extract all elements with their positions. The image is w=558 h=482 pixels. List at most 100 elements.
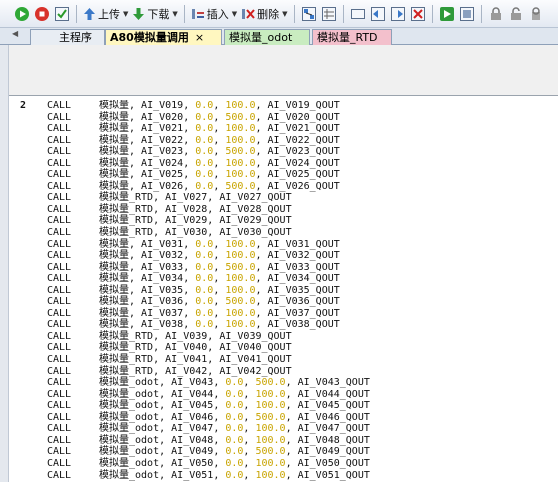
- stop-icon[interactable]: [33, 4, 51, 24]
- delete-button[interactable]: 删除 ▼: [240, 4, 288, 24]
- function-name: 模拟量: [99, 273, 129, 285]
- function-name: 模拟量_odot: [99, 446, 160, 458]
- code-line[interactable]: CALL 模拟量_odot, AI_V048, 0.0, 100.0, AI_V0…: [9, 435, 558, 447]
- tab-main-program[interactable]: 主程序: [30, 29, 105, 45]
- forward-icon[interactable]: [389, 4, 407, 24]
- variable-argument: AI_V050_QOUT: [297, 457, 370, 469]
- code-line[interactable]: CALL 模拟量, AI_V021, 0.0, 100.0, AI_V021_QO…: [9, 123, 558, 135]
- code-line[interactable]: CALL 模拟量_RTD, AI_V027, AI_V027_QOUT: [9, 192, 558, 204]
- function-name: 模拟量: [99, 284, 129, 296]
- numeric-argument: 100.0: [225, 169, 256, 181]
- go-icon[interactable]: [438, 4, 456, 24]
- close-icon[interactable]: ×: [195, 31, 204, 44]
- code-line[interactable]: CALL 模拟量_odot, AI_V047, 0.0, 100.0, AI_V0…: [9, 423, 558, 435]
- code-line[interactable]: CALL 模拟量_RTD, AI_V040, AI_V040_QOUT: [9, 342, 558, 354]
- variable-argument: AI_V027_QOUT: [219, 192, 292, 204]
- numeric-argument: 100.0: [225, 250, 256, 262]
- variable-argument: AI_V023_QOUT: [267, 146, 340, 158]
- code-line[interactable]: CALL 模拟量_odot, AI_V044, 0.0, 100.0, AI_V0…: [9, 389, 558, 401]
- window-icon[interactable]: [349, 4, 367, 24]
- variable-argument: AI_V022: [141, 134, 184, 146]
- function-name: 模拟量_odot: [99, 388, 160, 400]
- call-keyword: CALL: [47, 284, 72, 296]
- variable-argument: AI_V043: [171, 377, 214, 389]
- delete-label: 删除: [257, 7, 280, 21]
- variable-argument: AI_V030_QOUT: [219, 227, 292, 239]
- grid-icon[interactable]: [320, 4, 338, 24]
- code-line[interactable]: CALL 模拟量_RTD, AI_V039, AI_V039_QOUT: [9, 331, 558, 343]
- code-line[interactable]: CALL 模拟量_odot, AI_V051, 0.0, 100.0, AI_V0…: [9, 470, 558, 482]
- code-line[interactable]: CALL 模拟量_odot, AI_V049, 0.0, 500.0, AI_V0…: [9, 446, 558, 458]
- upload-button[interactable]: 上传 ▼: [82, 4, 129, 24]
- chevron-down-icon: ▼: [123, 9, 129, 18]
- line-number: 2: [20, 100, 27, 111]
- code-line[interactable]: CALL 模拟量, AI_V038, 0.0, 100.0, AI_V038_QO…: [9, 319, 558, 331]
- network-icon[interactable]: [300, 4, 318, 24]
- code-line[interactable]: CALL 模拟量_odot, AI_V045, 0.0, 100.0, AI_V0…: [9, 400, 558, 412]
- function-name: 模拟量_odot: [99, 457, 160, 469]
- code-line[interactable]: CALL 模拟量, AI_V037, 0.0, 100.0, AI_V037_QO…: [9, 308, 558, 320]
- code-line[interactable]: CALL 模拟量, AI_V035, 0.0, 100.0, AI_V035_QO…: [9, 285, 558, 297]
- tab-scroll-left-icon[interactable]: ◀: [12, 29, 18, 38]
- code-line[interactable]: CALL 模拟量_RTD, AI_V041, AI_V041_QOUT: [9, 354, 558, 366]
- network-header[interactable]: [9, 45, 558, 96]
- back-icon[interactable]: [369, 4, 387, 24]
- code-listing[interactable]: 2 CALL 模拟量, AI_V019, 0.0, 100.0, AI_V019_Q…: [9, 100, 558, 482]
- block-icon[interactable]: [458, 4, 476, 24]
- function-name: 模拟量_RTD: [99, 227, 154, 239]
- download-icon: [133, 7, 145, 20]
- code-line[interactable]: CALL 模拟量, AI_V024, 0.0, 100.0, AI_V024_QO…: [9, 158, 558, 170]
- call-arguments: 模拟量_RTD, AI_V039, AI_V039_QOUT: [99, 330, 292, 342]
- security-icon[interactable]: [527, 4, 545, 24]
- code-line[interactable]: CALL 模拟量, AI_V032, 0.0, 100.0, AI_V032_QO…: [9, 250, 558, 262]
- tab-a80-analog-call[interactable]: A80模拟量调用 ×: [105, 29, 222, 45]
- call-keyword: CALL: [47, 388, 72, 400]
- call-keyword: CALL: [47, 307, 72, 319]
- code-line[interactable]: CALL 模拟量, AI_V033, 0.0, 500.0, AI_V033_QO…: [9, 262, 558, 274]
- code-line[interactable]: CALL 模拟量_RTD, AI_V030, AI_V030_QOUT: [9, 227, 558, 239]
- code-line[interactable]: 2 CALL 模拟量, AI_V019, 0.0, 100.0, AI_V019_Q…: [9, 100, 558, 112]
- code-line[interactable]: CALL 模拟量, AI_V025, 0.0, 100.0, AI_V025_QO…: [9, 169, 558, 181]
- numeric-argument: 0.0: [195, 319, 214, 331]
- toolbar-separator: [342, 4, 344, 23]
- code-line[interactable]: CALL 模拟量_RTD, AI_V028, AI_V028_QOUT: [9, 204, 558, 216]
- variable-argument: AI_V020: [141, 111, 184, 123]
- call-keyword: CALL: [47, 146, 72, 158]
- numeric-argument: 0.0: [195, 180, 214, 192]
- run-icon[interactable]: [13, 4, 31, 24]
- function-name: 模拟量_odot: [99, 400, 160, 412]
- code-line[interactable]: CALL 模拟量, AI_V034, 0.0, 100.0, AI_V034_QO…: [9, 273, 558, 285]
- call-keyword: CALL: [47, 215, 72, 227]
- code-line[interactable]: CALL 模拟量, AI_V023, 0.0, 500.0, AI_V023_QO…: [9, 146, 558, 158]
- code-line[interactable]: CALL 模拟量_odot, AI_V043, 0.0, 500.0, AI_V0…: [9, 377, 558, 389]
- code-line[interactable]: CALL 模拟量, AI_V022, 0.0, 100.0, AI_V022_QO…: [9, 135, 558, 147]
- lock-icon[interactable]: [487, 4, 505, 24]
- code-line[interactable]: CALL 模拟量_RTD, AI_V029, AI_V029_QOUT: [9, 215, 558, 227]
- numeric-argument: 100.0: [255, 388, 286, 400]
- code-editor[interactable]: 2 CALL 模拟量, AI_V019, 0.0, 100.0, AI_V019_Q…: [0, 45, 558, 482]
- insert-button[interactable]: 插入 ▼: [190, 4, 238, 24]
- code-line[interactable]: CALL 模拟量, AI_V036, 0.0, 500.0, AI_V036_QO…: [9, 296, 558, 308]
- tab-analog-odot[interactable]: 模拟量_odot: [224, 29, 310, 45]
- variable-argument: AI_V025: [141, 169, 184, 181]
- function-name: 模拟量: [99, 180, 129, 192]
- code-line[interactable]: CALL 模拟量, AI_V031, 0.0, 100.0, AI_V031_QO…: [9, 239, 558, 251]
- variable-argument: AI_V025_QOUT: [267, 169, 340, 181]
- call-arguments: 模拟量_RTD, AI_V029, AI_V029_QOUT: [99, 215, 292, 227]
- variable-argument: AI_V047_QOUT: [297, 423, 370, 435]
- code-line[interactable]: CALL 模拟量_odot, AI_V046, 0.0, 500.0, AI_V0…: [9, 412, 558, 424]
- clear-icon[interactable]: [409, 4, 427, 24]
- code-line[interactable]: CALL 模拟量, AI_V020, 0.0, 500.0, AI_V020_QO…: [9, 112, 558, 124]
- call-arguments: 模拟量_RTD, AI_V030, AI_V030_QOUT: [99, 227, 292, 239]
- download-label: 下载: [147, 7, 170, 21]
- code-line[interactable]: CALL 模拟量, AI_V026, 0.0, 500.0, AI_V026_QO…: [9, 181, 558, 193]
- numeric-argument: 0.0: [195, 250, 214, 262]
- unlock-icon[interactable]: [507, 4, 525, 24]
- code-line[interactable]: CALL 模拟量_odot, AI_V050, 0.0, 100.0, AI_V0…: [9, 458, 558, 470]
- numeric-argument: 100.0: [255, 400, 286, 412]
- variable-argument: AI_V042: [165, 365, 208, 377]
- download-button[interactable]: 下载 ▼: [131, 4, 178, 24]
- tab-analog-rtd[interactable]: 模拟量_RTD: [312, 29, 392, 45]
- code-line[interactable]: CALL 模拟量_RTD, AI_V042, AI_V042_QOUT: [9, 366, 558, 378]
- compile-icon[interactable]: [53, 4, 71, 24]
